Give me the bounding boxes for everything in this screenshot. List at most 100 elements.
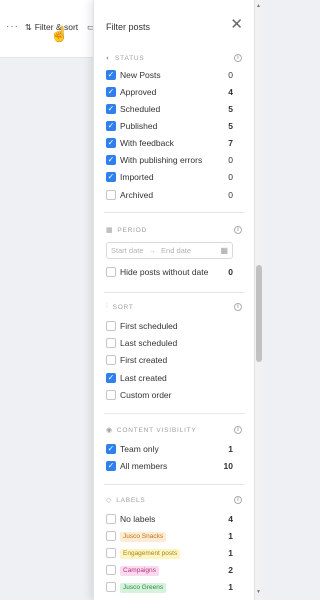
option-count: 1: [228, 582, 233, 592]
option-label: With feedback: [120, 138, 174, 148]
checkbox[interactable]: ✓: [106, 87, 116, 97]
status-option[interactable]: ✓ Scheduled 5: [106, 102, 233, 116]
status-option[interactable]: Archived 0: [106, 188, 233, 202]
option-label: Hide posts without date: [120, 267, 209, 277]
checkbox[interactable]: ✓: [106, 104, 116, 114]
option-count: 5: [228, 121, 233, 131]
scroll-down-icon[interactable]: ▼: [256, 589, 261, 595]
divider: [104, 212, 245, 213]
labels-header-label: LABELS: [116, 496, 146, 504]
status-option[interactable]: ✓ Imported 0: [106, 170, 233, 184]
option-count: 0: [228, 155, 233, 165]
visibility-option[interactable]: ✓ All members 10: [106, 459, 233, 473]
scrollbar-thumb[interactable]: [256, 265, 262, 362]
status-option[interactable]: ✓ Approved 4: [106, 85, 233, 99]
option-label: Imported: [120, 172, 154, 182]
checkbox[interactable]: [106, 267, 116, 277]
label-option[interactable]: Campaigns 2: [106, 563, 233, 577]
label-tag-wrapper: Engagement posts: [120, 547, 223, 559]
checkbox[interactable]: ✓: [106, 155, 116, 165]
checkbox[interactable]: [106, 548, 116, 558]
checkbox[interactable]: ✓: [106, 373, 116, 383]
checkbox[interactable]: [106, 582, 116, 592]
visibility-section-header: ◉ CONTENT VISIBILITY: [106, 424, 236, 436]
end-date-field[interactable]: End date: [161, 246, 191, 255]
arrow-icon: →: [148, 246, 157, 255]
checkbox[interactable]: ✓: [106, 444, 116, 454]
checkbox[interactable]: [106, 514, 116, 524]
checkbox[interactable]: ✓: [106, 172, 116, 182]
checkbox[interactable]: [106, 390, 116, 400]
option-count: 0: [228, 70, 233, 80]
label-option[interactable]: Jusco Greens 1: [106, 580, 233, 594]
sort-header-label: SORT: [112, 303, 134, 311]
option-label: Approved: [120, 87, 157, 97]
option-count: 2: [228, 565, 233, 575]
sort-option[interactable]: ✓ Last created: [106, 371, 233, 385]
label-tag-wrapper: Campaigns: [120, 564, 223, 576]
label-tag-wrapper: Jusco Snacks: [120, 530, 223, 542]
hide-posts-without-date-option[interactable]: Hide posts without date 0: [106, 265, 233, 279]
divider: [104, 484, 245, 485]
visibility-option[interactable]: ✓ Team only 1: [106, 442, 233, 456]
visibility-header-label: CONTENT VISIBILITY: [116, 426, 197, 434]
status-option[interactable]: ✓ Published 5: [106, 119, 233, 133]
period-info-icon[interactable]: i: [234, 226, 242, 234]
label-option[interactable]: Engagement posts 1: [106, 546, 233, 560]
status-option[interactable]: ✓ With publishing errors 0: [106, 153, 233, 167]
labels-info-icon[interactable]: i: [234, 496, 242, 504]
sort-option[interactable]: First created: [106, 353, 233, 367]
start-date-field[interactable]: Start date: [111, 246, 144, 255]
option-label: Team only: [120, 444, 159, 454]
option-label: Last created: [120, 373, 167, 383]
visibility-info-icon[interactable]: i: [234, 426, 242, 434]
option-label: No labels: [120, 514, 156, 524]
period-section-header: ▦ PERIOD: [106, 224, 236, 236]
close-icon[interactable]: ✕: [230, 17, 243, 32]
panel-title: Filter posts: [106, 22, 151, 32]
divider: [104, 292, 245, 293]
scroll-up-icon[interactable]: ▲: [256, 3, 261, 9]
option-count: 0: [228, 172, 233, 182]
sort-option[interactable]: Custom order: [106, 388, 233, 402]
status-icon: ◐: [106, 54, 112, 62]
checkbox[interactable]: [106, 565, 116, 575]
status-info-icon[interactable]: i: [234, 54, 242, 62]
checkbox[interactable]: [106, 338, 116, 348]
period-header-label: PERIOD: [117, 226, 148, 234]
label-tag: Campaigns: [120, 566, 159, 576]
checkbox[interactable]: [106, 355, 116, 365]
status-option[interactable]: ✓ New Posts 0: [106, 68, 233, 82]
checkbox[interactable]: ✓: [106, 461, 116, 471]
label-tag: Jusco Snacks: [120, 532, 167, 542]
filter-panel: Filter posts ✕ ◐ STATUS i ▦ PERIOD i Sta…: [93, 0, 254, 600]
label-option[interactable]: Jusco Snacks 1: [106, 529, 233, 543]
checkbox[interactable]: ✓: [106, 138, 116, 148]
more-options-icon[interactable]: ···: [6, 21, 19, 32]
status-option[interactable]: ✓ With feedback 7: [106, 136, 233, 150]
label-tag-wrapper: Jusco Greens: [120, 581, 223, 593]
option-count: 5: [228, 104, 233, 114]
option-count: 10: [223, 461, 233, 471]
calendar-picker-icon[interactable]: ▦: [220, 246, 228, 255]
checkbox[interactable]: [106, 190, 116, 200]
scrollbar[interactable]: ▲ ▼: [254, 0, 263, 600]
sort-info-icon[interactable]: i: [234, 303, 242, 311]
option-count: 7: [228, 138, 233, 148]
date-range-input[interactable]: Start date → End date ▦: [106, 242, 233, 259]
option-label: Published: [120, 121, 158, 131]
checkbox[interactable]: ✓: [106, 70, 116, 80]
status-section-header: ◐ STATUS: [106, 52, 236, 64]
option-count: 1: [228, 531, 233, 541]
option-label: Archived: [120, 190, 154, 200]
checkbox[interactable]: ✓: [106, 121, 116, 131]
option-label: Custom order: [120, 390, 172, 400]
sort-option[interactable]: First scheduled: [106, 319, 233, 333]
no-labels-option[interactable]: No labels 4: [106, 512, 233, 526]
sort-option[interactable]: Last scheduled: [106, 336, 233, 350]
checkbox[interactable]: [106, 321, 116, 331]
checkbox[interactable]: [106, 531, 116, 541]
option-count: 4: [228, 514, 233, 524]
option-label: First scheduled: [120, 321, 178, 331]
label-tag: Engagement posts: [120, 549, 181, 559]
